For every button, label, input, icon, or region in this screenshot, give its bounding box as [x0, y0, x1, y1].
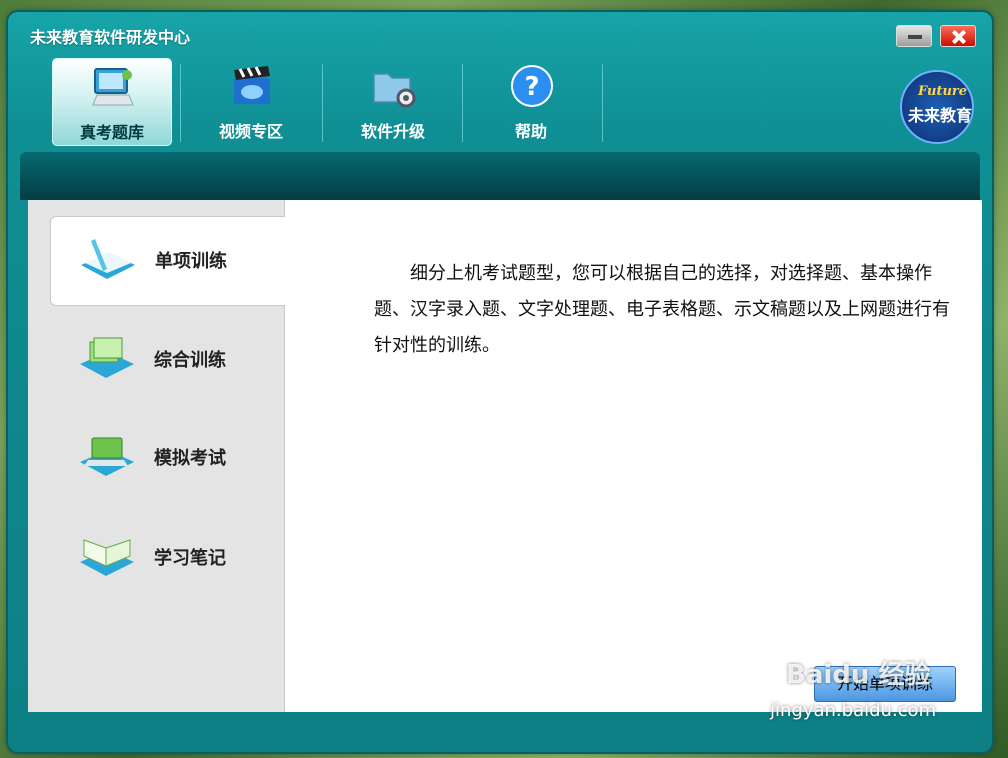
- laptop-icon: [80, 437, 134, 476]
- feature-description: 细分上机考试题型，您可以根据自己的选择，对选择题、基本操作题、汉字录入题、文字处…: [374, 263, 950, 356]
- notebook-icon: [80, 539, 134, 576]
- tab-video-zone[interactable]: 视频专区: [192, 58, 310, 144]
- close-button[interactable]: [940, 25, 976, 47]
- tab-label: 真考题库: [79, 123, 144, 142]
- toolbar-separator: [462, 64, 463, 142]
- svg-text:?: ?: [524, 72, 539, 102]
- sidebar-item-label: 学习笔记: [154, 548, 226, 569]
- sidebar-item-study-notes[interactable]: 学习笔记: [50, 514, 284, 602]
- content-panel: 单项训练 综合训练 模拟考试 学习笔记 细分上机考试题型，您可以根据自己的选择，…: [28, 200, 982, 712]
- tab-real-exam-bank[interactable]: 真考题库: [52, 58, 172, 146]
- tab-software-upgrade[interactable]: 软件升级: [334, 58, 452, 144]
- baidu-watermark-url: jingyan.baidu.com: [770, 700, 937, 721]
- sidebar-item-single-training[interactable]: 单项训练: [50, 216, 285, 306]
- logo-bottom-text: 未来教育: [908, 106, 973, 125]
- sidebar: 单项训练 综合训练 模拟考试 学习笔记: [28, 200, 285, 712]
- stack-books-icon: [80, 337, 134, 378]
- pen-book-icon: [81, 239, 135, 279]
- sidebar-item-comprehensive-training[interactable]: 综合训练: [50, 316, 284, 404]
- folder-gear-icon: [373, 73, 416, 108]
- future-education-logo: Future 未来教育: [900, 70, 974, 144]
- main-toolbar: 真考题库 视频专区 软件升级 ? 帮助: [8, 58, 992, 148]
- sidebar-item-mock-exam[interactable]: 模拟考试: [50, 414, 284, 502]
- monitor-icon: [92, 68, 134, 106]
- tab-help[interactable]: ? 帮助: [472, 58, 590, 144]
- toolbar-separator: [322, 64, 323, 142]
- film-clapper-icon: [234, 66, 270, 104]
- sidebar-item-label: 模拟考试: [154, 448, 226, 469]
- minimize-button[interactable]: [896, 25, 932, 47]
- baidu-watermark-logo: Baidu 经验: [786, 660, 931, 690]
- title-bar[interactable]: 未来教育软件研发中心: [8, 12, 992, 52]
- tab-label: 视频专区: [218, 122, 283, 141]
- toolbar-separator: [180, 64, 181, 142]
- sidebar-item-label: 综合训练: [154, 350, 226, 371]
- header-band: [20, 152, 980, 200]
- app-window: 未来教育软件研发中心 真考题库 视频专区 软件升级 ? 帮助 Future 未来…: [8, 12, 992, 752]
- help-icon: ?: [511, 65, 553, 107]
- toolbar-separator: [602, 64, 603, 142]
- logo-top-text: Future: [918, 84, 968, 99]
- tab-label: 软件升级: [360, 122, 425, 141]
- tab-label: 帮助: [514, 122, 547, 141]
- sidebar-item-label: 单项训练: [155, 251, 227, 272]
- window-title: 未来教育软件研发中心: [30, 28, 191, 47]
